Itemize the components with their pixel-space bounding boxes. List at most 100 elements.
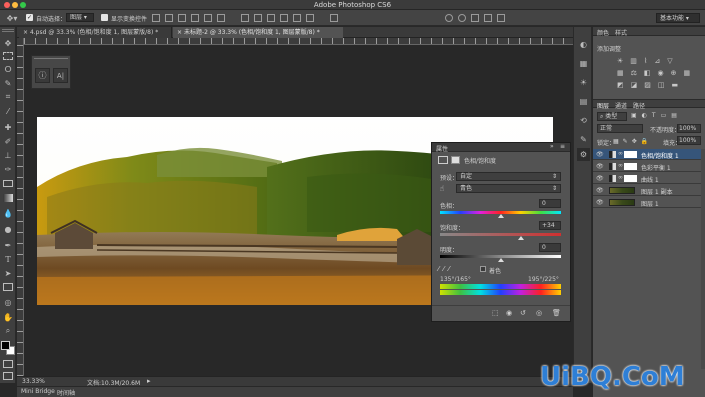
posterize-icon[interactable]: ◪ [631,81,638,89]
filter-shape-icon[interactable]: ▭ [661,112,667,119]
hand-tool-icon[interactable]: ✋ [1,312,15,322]
3d-drag-icon[interactable] [471,14,479,22]
transform-controls-checkbox[interactable] [101,14,108,21]
layer-kind-filter[interactable]: ⌕ 类型 [597,112,627,121]
blend-mode-dropdown[interactable]: 正常 [597,124,643,133]
auto-align-icon[interactable] [330,14,338,22]
document-tab-1[interactable]: × 4.psd @ 33.3% (色相/饱和度 1, 图层蒙版/8) * [19,27,172,38]
distribute-left-icon[interactable] [280,14,288,22]
3d-rotate-icon[interactable] [445,14,453,22]
clone-stamp-tool-icon[interactable]: ⊥ [1,150,15,160]
panel-collapse-icon[interactable]: » [550,143,554,150]
filter-smart-icon[interactable]: ▤ [671,112,677,119]
saturation-slider-track[interactable] [440,233,561,236]
auto-select-checkbox[interactable]: ✓ [26,14,33,21]
status-menu-icon[interactable]: ▸ [147,377,151,385]
tab-close-icon[interactable]: × [23,29,28,36]
colorize-checkbox[interactable] [480,266,486,272]
move-tool-icon[interactable]: ✥ [1,38,15,48]
tab-close-icon[interactable]: × [177,29,182,36]
align-vcenter-icon[interactable] [165,14,173,22]
history-brush-tool-icon[interactable]: ✑ [1,164,15,174]
gradient-tool-icon[interactable] [3,194,13,202]
levels-icon[interactable]: ▥ [630,57,637,65]
target-adjust-icon[interactable]: ☝ [437,183,447,193]
clip-to-layer-icon[interactable]: ⬚ [492,309,499,317]
lock-image-icon[interactable]: ✎ [623,138,628,145]
tab-channels[interactable]: 通道 [615,101,627,110]
lightness-value-field[interactable]: 0 [539,243,561,252]
eyedropper-tool-icon[interactable]: ⁄ [1,106,15,116]
filter-type-icon[interactable]: T [652,112,656,119]
invert-icon[interactable]: ◩ [617,81,624,89]
distribute-vcenter-icon[interactable] [254,14,262,22]
view-previous-icon[interactable]: ◉ [506,309,512,317]
tab-layers[interactable]: 图层 [597,101,609,110]
distribute-bottom-icon[interactable] [267,14,275,22]
mask-icon[interactable] [451,156,460,164]
visibility-eye-icon[interactable]: 👁 [596,199,604,206]
zoom-level[interactable]: 33.33% [22,378,45,385]
zoom-tool-icon[interactable]: ⌕ [1,326,15,336]
lock-position-icon[interactable]: ✥ [632,138,637,145]
curves-icon[interactable]: ⌇ [644,57,647,65]
exposure-icon[interactable]: ⊿ [654,57,660,65]
move-tool-preset-icon[interactable]: ✥▾ [4,13,20,23]
layer-row[interactable]: 👁 图层 1 [593,197,705,208]
eyedropper-minus-icon[interactable]: ⁄ [448,265,449,273]
opacity-field[interactable]: 100% [677,124,701,133]
visibility-eye-icon[interactable]: 👁 [596,175,604,182]
filter-pixel-icon[interactable]: ▣ [631,112,637,119]
eyedropper-icon[interactable]: ⁄ [438,265,439,273]
layer-row[interactable]: 👁 ∞ 曲线 1 [593,173,705,184]
type-tool-icon[interactable]: T [1,254,15,264]
vibrance-icon[interactable]: ▽ [667,57,672,65]
align-bottom-icon[interactable] [178,14,186,22]
auto-select-dropdown[interactable]: 图层 ▾ [66,13,94,22]
filter-adjustment-icon[interactable]: ◐ [642,112,647,119]
eraser-tool-icon[interactable] [3,180,13,187]
layers-scrollbar[interactable] [701,149,705,369]
screen-mode-icon[interactable] [3,372,13,380]
align-hcenter-icon[interactable] [204,14,212,22]
color-range-bar-bottom[interactable] [440,290,561,295]
align-right-icon[interactable] [217,14,225,22]
document-tab-2[interactable]: × 未标题-2 @ 33.3% (色相/饱和度 1, 图层蒙版/8) * [173,27,343,38]
preset-dropdown[interactable]: 自定 ⇕ [456,172,561,181]
dodge-tool-icon[interactable]: ● [1,224,15,234]
path-select-tool-icon[interactable]: ➤ [1,268,15,278]
lasso-tool-icon[interactable]: ⵔ [1,64,15,74]
properties-panel-icon[interactable]: ⚙ [577,148,590,161]
brush-panel-icon[interactable]: ✎ [578,134,589,145]
gradient-map-icon[interactable]: ▬ [672,81,679,89]
color-lookup-icon[interactable]: ▦ [684,69,691,77]
align-top-icon[interactable] [152,14,160,22]
lock-transparent-icon[interactable]: ▦ [613,138,619,145]
blur-tool-icon[interactable]: 💧 [1,208,15,218]
3d-scale-icon[interactable] [497,14,505,22]
3d-roll-icon[interactable] [458,14,466,22]
swatches-panel-icon[interactable]: ▦ [578,58,589,69]
saturation-value-field[interactable]: +34 [539,221,561,230]
visibility-eye-icon[interactable]: 👁 [596,187,604,194]
mini-bridge-tab[interactable]: Mini Bridge [21,388,55,395]
delete-icon[interactable]: 🗑 [552,309,561,317]
visibility-icon[interactable]: ◎ [536,309,542,317]
tab-paths[interactable]: 路径 [633,101,645,110]
hue-slider-thumb[interactable] [497,214,504,218]
color-panel-icon[interactable]: ◐ [578,39,589,50]
layer-row[interactable]: 👁 ∞ 色彩平衡 1 [593,161,705,172]
layer-row[interactable]: 👁 图层 1 副本 [593,185,705,196]
history-panel-icon[interactable]: ⟲ [578,115,589,126]
distribute-top-icon[interactable] [241,14,249,22]
brush-tool-icon[interactable]: ✐ [1,136,15,146]
crop-tool-icon[interactable]: ⌗ [1,92,15,102]
fill-field[interactable]: 100% [677,136,701,145]
panel-menu-icon[interactable]: ≡ [560,143,565,150]
quick-select-tool-icon[interactable]: ✎ [1,78,15,88]
timeline-tab[interactable]: 时间轴 [57,388,75,397]
color-range-bar-top[interactable] [440,284,561,289]
healing-brush-tool-icon[interactable]: ✚ [1,122,15,132]
hue-saturation-icon[interactable]: ▦ [617,69,624,77]
selective-color-icon[interactable]: ◫ [658,81,665,89]
